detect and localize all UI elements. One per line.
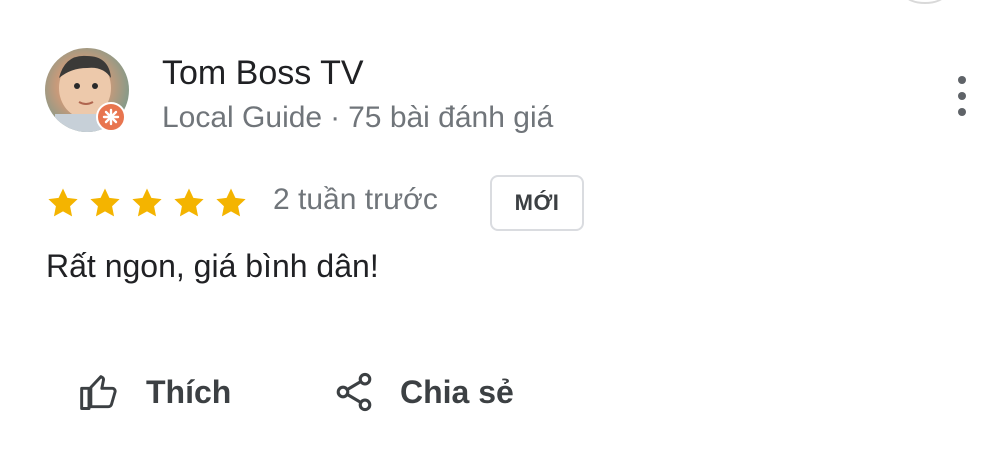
author-name[interactable]: Tom Boss TV (162, 54, 364, 93)
local-guide-label: Local Guide (162, 101, 323, 134)
star-rating (46, 186, 248, 220)
review-text: Rất ngon, giá bình dân! (46, 248, 379, 284)
new-badge: MỚI (490, 175, 584, 231)
share-label: Chia sẻ (400, 373, 514, 410)
local-guide-badge-icon (96, 102, 126, 132)
star-icon (174, 188, 204, 217)
share-button[interactable]: Chia sẻ (332, 364, 514, 420)
thumb-up-icon (80, 375, 117, 410)
review-count: 75 bài đánh giá (348, 101, 554, 134)
review-time: 2 tuần trước (273, 183, 438, 216)
top-edge-decoration (905, 0, 945, 4)
author-meta: Local Guide · 75 bài đánh giá (162, 101, 553, 135)
like-label: Thích (146, 373, 232, 410)
star-icon (132, 188, 162, 217)
review-card: Tom Boss TV Local Guide · 75 bài đánh giá … (0, 0, 1000, 460)
meta-separator: · (330, 101, 341, 134)
star-icon (90, 188, 120, 217)
like-button[interactable]: Thích (78, 364, 231, 420)
share-icon (336, 372, 372, 412)
star-icon (216, 188, 246, 217)
more-options-icon[interactable] (950, 76, 974, 116)
star-icon (48, 188, 78, 217)
